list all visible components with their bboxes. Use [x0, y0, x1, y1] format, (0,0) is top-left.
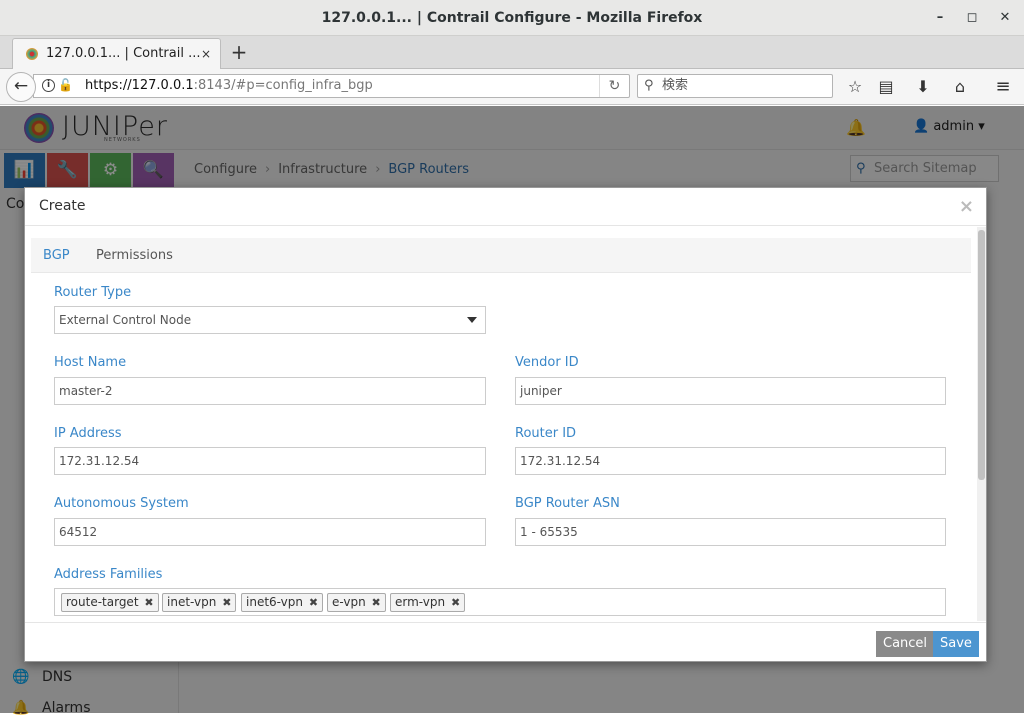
modal-footer: Cancel Save [25, 622, 986, 662]
vendor-id-input[interactable]: juniper [515, 377, 946, 405]
autonomous-system-label: Autonomous System [54, 496, 189, 511]
address-family-chip[interactable]: erm-vpn ✖ [390, 593, 466, 612]
remove-icon[interactable]: ✖ [451, 596, 460, 609]
cancel-button[interactable]: Cancel [876, 631, 935, 657]
navigation-toolbar: i 🔓 https://127.0.0.1:8143/#p=config_inf… [0, 69, 1024, 105]
tab-bgp[interactable]: BGP [43, 238, 70, 273]
window-titlebar: 127.0.0.1... | Contrail Configure - Mozi… [0, 0, 1024, 36]
tab-permissions[interactable]: Permissions [96, 238, 173, 273]
back-button[interactable]: ← [6, 72, 36, 102]
info-icon[interactable]: i [42, 79, 55, 92]
insecure-lock-icon[interactable]: 🔓 [58, 78, 73, 92]
vendor-id-label: Vendor ID [515, 355, 579, 370]
bookmark-star-icon[interactable]: ☆ [840, 69, 870, 105]
url-text[interactable]: https://127.0.0.1:8143/#p=config_infra_b… [85, 75, 373, 97]
modal-header: Create × [25, 188, 986, 226]
create-bgp-router-dialog: Create × BGP Permissions Router Type Ext… [24, 187, 987, 662]
bgp-router-asn-label: BGP Router ASN [515, 496, 620, 511]
host-name-label: Host Name [54, 355, 127, 370]
modal-title: Create [39, 198, 86, 214]
ip-address-label: IP Address [54, 426, 122, 441]
menu-icon[interactable]: ≡ [988, 69, 1018, 105]
url-bar[interactable]: i 🔓 https://127.0.0.1:8143/#p=config_inf… [33, 74, 630, 98]
modal-scrollbar[interactable] [977, 227, 986, 621]
address-family-chip[interactable]: route-target ✖ [61, 593, 159, 612]
search-placeholder: 検索 [662, 78, 689, 93]
tab-title: 127.0.0.1... | Contrail ... [46, 46, 201, 61]
close-window-button[interactable]: ✕ [993, 0, 1017, 36]
download-icon[interactable]: ⬇ [908, 69, 938, 105]
host-name-input[interactable]: master-2 [54, 377, 486, 405]
window-title: 127.0.0.1... | Contrail Configure - Mozi… [321, 10, 703, 26]
search-icon: ⚲ [644, 78, 654, 93]
modal-tabs: BGP Permissions [31, 238, 971, 273]
browser-tab[interactable]: 127.0.0.1... | Contrail ... × [12, 38, 221, 69]
tab-strip: 127.0.0.1... | Contrail ... × + [0, 36, 1024, 69]
maximize-button[interactable]: ◻ [960, 0, 984, 36]
address-family-chip[interactable]: inet6-vpn ✖ [241, 593, 324, 612]
home-icon[interactable]: ⌂ [945, 69, 975, 105]
address-family-chip[interactable]: inet-vpn ✖ [162, 593, 237, 612]
browser-window: 127.0.0.1... | Contrail Configure - Mozi… [0, 0, 1024, 716]
close-icon[interactable]: × [959, 188, 974, 225]
scrollbar-thumb[interactable] [978, 230, 985, 480]
save-button[interactable]: Save [933, 631, 979, 657]
remove-icon[interactable]: ✖ [144, 596, 153, 609]
router-type-select[interactable]: External Control Node [54, 306, 486, 334]
autonomous-system-input[interactable]: 64512 [54, 518, 486, 546]
favicon-icon [26, 48, 38, 60]
router-id-label: Router ID [515, 426, 577, 441]
reading-list-icon[interactable]: ▤ [871, 69, 901, 105]
new-tab-button[interactable]: + [229, 36, 249, 68]
router-id-input[interactable]: 172.31.12.54 [515, 447, 946, 475]
tab-close-icon[interactable]: × [201, 39, 211, 69]
remove-icon[interactable]: ✖ [372, 596, 381, 609]
search-bar[interactable]: ⚲ 検索 [637, 74, 833, 98]
chevron-down-icon [467, 317, 477, 323]
reload-icon[interactable]: ↻ [599, 75, 629, 97]
remove-icon[interactable]: ✖ [309, 596, 318, 609]
modal-body: BGP Permissions Router Type External Con… [25, 227, 986, 621]
minimize-button[interactable]: – [928, 0, 952, 36]
address-families-multiselect[interactable]: route-target ✖ inet-vpn ✖ inet6-vpn ✖ e-… [54, 588, 946, 616]
bgp-router-asn-input[interactable]: 1 - 65535 [515, 518, 946, 546]
address-family-chip[interactable]: e-vpn ✖ [327, 593, 386, 612]
router-type-label: Router Type [54, 285, 132, 300]
ip-address-input[interactable]: 172.31.12.54 [54, 447, 486, 475]
remove-icon[interactable]: ✖ [222, 596, 231, 609]
address-families-label: Address Families [54, 567, 163, 582]
